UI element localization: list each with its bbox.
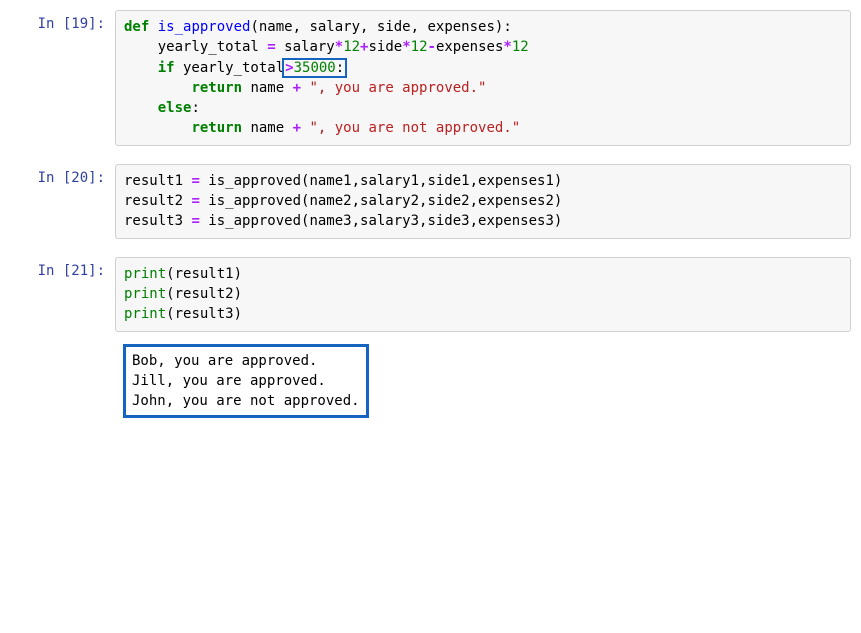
t: (name, salary, side, expenses): <box>250 19 511 35</box>
output-line-2: Jill, you are approved. <box>132 373 326 389</box>
code-input-21[interactable]: print(result1) print(result2) print(resu… <box>115 257 851 332</box>
t: expenses <box>436 39 503 55</box>
t: result1 <box>124 173 191 189</box>
op: + <box>293 80 301 96</box>
op: + <box>293 120 301 136</box>
t: is_approved(name3,salary3,side3,expenses… <box>200 213 562 229</box>
t: is_approved(name1,salary1,side1,expenses… <box>200 173 562 189</box>
output-area-21: Bob, you are approved. Jill, you are app… <box>115 338 851 425</box>
op: * <box>335 39 343 55</box>
op: = <box>191 213 199 229</box>
cell-19: In [19]: def is_approved(name, salary, s… <box>10 10 851 146</box>
op-gt: > <box>285 60 293 76</box>
op: - <box>428 39 436 55</box>
output-prompt-empty <box>10 338 115 344</box>
builtin-print: print <box>124 286 166 302</box>
t: result3 <box>124 213 191 229</box>
op: * <box>402 39 410 55</box>
t: (result3) <box>166 306 242 322</box>
string: ", you are not approved." <box>309 120 520 136</box>
kw-return: return <box>191 80 242 96</box>
kw-if: if <box>158 60 175 76</box>
kw-return: return <box>191 120 242 136</box>
cell-20: In [20]: result1 = is_approved(name1,sal… <box>10 164 851 239</box>
prompt-21: In [21]: <box>10 257 115 279</box>
output-cell-21: Bob, you are approved. Jill, you are app… <box>10 338 851 425</box>
kw-def: def <box>124 19 149 35</box>
t: result2 <box>124 193 191 209</box>
prompt-20: In [20]: <box>10 164 115 186</box>
t: (result1) <box>166 266 242 282</box>
code-input-20[interactable]: result1 = is_approved(name1,salary1,side… <box>115 164 851 239</box>
highlight-condition: >35000: <box>282 58 347 78</box>
op: * <box>503 39 511 55</box>
op: = <box>191 173 199 189</box>
string: ", you are approved." <box>309 80 486 96</box>
num-35000: 35000 <box>294 60 336 76</box>
prompt-19: In [19]: <box>10 10 115 32</box>
output-line-1: Bob, you are approved. <box>132 353 317 369</box>
t: (result2) <box>166 286 242 302</box>
op: = <box>191 193 199 209</box>
t <box>124 80 191 96</box>
kw-else: else <box>158 100 192 116</box>
num: 12 <box>343 39 360 55</box>
t: name <box>242 120 293 136</box>
t <box>124 120 191 136</box>
code-input-19[interactable]: def is_approved(name, salary, side, expe… <box>115 10 851 146</box>
num: 12 <box>512 39 529 55</box>
colon: : <box>336 60 344 76</box>
t <box>149 19 157 35</box>
cell-21: In [21]: print(result1) print(result2) p… <box>10 257 851 332</box>
builtin-print: print <box>124 306 166 322</box>
num: 12 <box>411 39 428 55</box>
t: name <box>242 80 293 96</box>
t: : <box>191 100 199 116</box>
t: salary <box>276 39 335 55</box>
t: is_approved(name2,salary2,side2,expenses… <box>200 193 562 209</box>
t: yearly_total <box>175 60 285 76</box>
t <box>124 60 158 76</box>
t: side <box>368 39 402 55</box>
output-line-3: John, you are not approved. <box>132 393 360 409</box>
highlight-output: Bob, you are approved. Jill, you are app… <box>123 344 369 419</box>
t <box>124 100 158 116</box>
fn-name: is_approved <box>158 19 251 35</box>
builtin-print: print <box>124 266 166 282</box>
op: = <box>267 39 275 55</box>
t: yearly_total <box>124 39 267 55</box>
